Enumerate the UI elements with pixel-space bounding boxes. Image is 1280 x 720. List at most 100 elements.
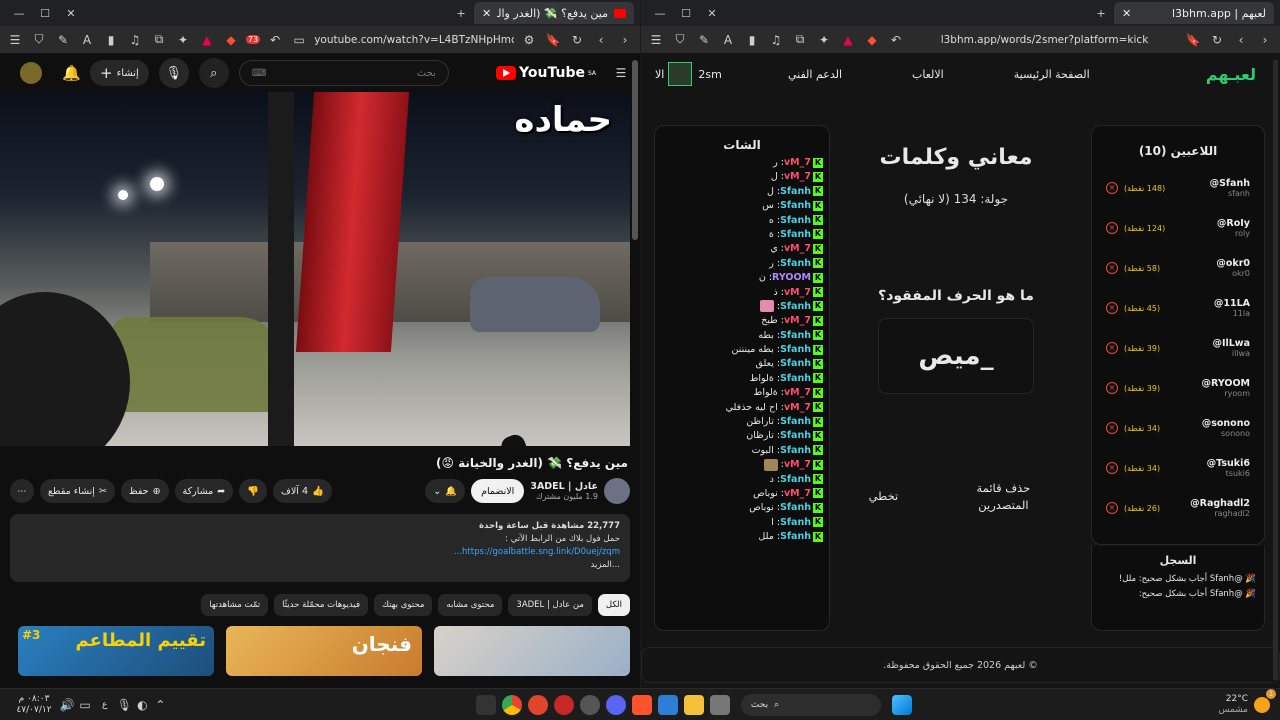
extension-icon[interactable]: ✦ — [815, 33, 833, 47]
remove-player-icon[interactable]: × — [1106, 422, 1118, 434]
task-view-icon[interactable] — [709, 694, 730, 715]
search-input[interactable]: بحث ⌨ — [238, 60, 449, 86]
remove-player-icon[interactable]: × — [1106, 182, 1118, 194]
reset-leaderboard-button[interactable]: حذف قائمة المتصدرين — [963, 480, 1043, 514]
url-bar[interactable]: youtube.com/watch?v=L4BTzNHpHmc — [314, 34, 514, 46]
scrollbar[interactable] — [632, 60, 638, 240]
app-icon[interactable] — [527, 694, 548, 715]
chip-channel[interactable]: من عادل | 3ADEL — [508, 594, 592, 616]
extension-icon[interactable]: ✦ — [174, 33, 192, 47]
shield-icon[interactable]: ⛉ — [30, 32, 48, 47]
chip-all[interactable]: الكل — [597, 594, 630, 616]
chip-content[interactable]: محتوى بهتك — [374, 594, 433, 616]
network-icon[interactable]: ▭ — [76, 698, 94, 712]
tab-l3bhm[interactable]: لعبهم | l3bhm.app ✕ — [1114, 2, 1274, 24]
hamburger-icon[interactable]: ☰ — [612, 66, 630, 80]
chip-recent[interactable]: فيديوهات محمّلة حديثًا — [274, 594, 369, 616]
chip-watched[interactable]: تمّت مشاهدتها — [201, 594, 269, 616]
taskbar-search[interactable]: ⌕ بحث — [740, 693, 881, 716]
save-button[interactable]: ⊕ حفظ — [120, 479, 169, 503]
site-logo[interactable]: لعبـهم — [1206, 65, 1266, 84]
mic-icon[interactable]: 🎙 — [115, 698, 133, 712]
create-button[interactable]: + إنشاء — [90, 60, 149, 86]
chip-similar[interactable]: محتوى مشابه — [438, 594, 503, 616]
scrollbar[interactable] — [1273, 60, 1278, 680]
back-arrow-icon[interactable]: ↶ — [266, 33, 284, 47]
search-button[interactable]: ⌕ — [198, 58, 229, 88]
screenshot-icon[interactable]: ⧉ — [791, 32, 809, 47]
menu-icon[interactable]: ☰ — [6, 33, 24, 47]
brave-icon[interactable] — [631, 694, 652, 715]
back-arrow-icon[interactable]: ↶ — [887, 33, 905, 47]
remove-player-icon[interactable]: × — [1106, 342, 1118, 354]
join-button[interactable]: الانضمام — [471, 479, 525, 503]
close-tab-icon[interactable]: ✕ — [482, 7, 491, 20]
remove-player-icon[interactable]: × — [1106, 462, 1118, 474]
translate-icon[interactable]: A — [78, 33, 96, 47]
app-icon[interactable] — [657, 694, 678, 715]
brave-shield-icon[interactable]: ◆ — [863, 33, 881, 47]
share-button[interactable]: ➦ مشاركة — [174, 479, 234, 503]
menu-icon[interactable]: ☰ — [647, 33, 665, 47]
pin-icon[interactable]: ✎ — [695, 33, 713, 47]
keyboard-icon[interactable]: ⌨ — [252, 68, 266, 79]
sidebar-icon[interactable]: ▮ — [743, 33, 761, 47]
epic-games-icon[interactable] — [475, 694, 496, 715]
brave-shield-icon[interactable]: ◆ — [222, 33, 240, 47]
music-icon[interactable]: ♫ — [126, 33, 144, 47]
remove-player-icon[interactable]: × — [1106, 302, 1118, 314]
remove-player-icon[interactable]: × — [1106, 262, 1118, 274]
music-icon[interactable]: ♫ — [767, 33, 785, 47]
like-button[interactable]: 👍 4 آلاف — [273, 479, 332, 503]
clip-button[interactable]: ✂ إنشاء مقطع — [40, 479, 115, 503]
back-icon[interactable]: ‹ — [1232, 33, 1250, 47]
channel-name[interactable]: عادل | 3ADEL — [530, 481, 598, 492]
chrome-icon[interactable] — [501, 694, 522, 715]
language-indicator[interactable]: ع — [102, 700, 107, 710]
maximize-icon[interactable]: ☐ — [673, 7, 699, 20]
settings-icon[interactable]: ⚙ — [520, 33, 538, 47]
app-icon[interactable] — [553, 694, 574, 715]
minimize-icon[interactable]: — — [647, 7, 673, 20]
app-icon[interactable] — [579, 694, 600, 715]
translate-icon[interactable]: A — [719, 33, 737, 47]
related-video-thumb[interactable] — [434, 626, 630, 676]
weather[interactable]: 22°C مشمس — [1218, 694, 1248, 716]
nav-games[interactable]: الالعاب — [912, 68, 944, 81]
account-avatar[interactable] — [20, 62, 42, 84]
tab-youtube[interactable]: مين يدفع؟ 💸 (الغدر والخيانة 😡 ✕ — [474, 2, 634, 24]
file-explorer-icon[interactable] — [683, 694, 704, 715]
reload-icon[interactable]: ↻ — [568, 33, 586, 47]
remove-player-icon[interactable]: × — [1106, 222, 1118, 234]
nav-support[interactable]: الدعم الفني — [788, 68, 842, 81]
back-icon[interactable]: ‹ — [592, 33, 610, 47]
volume-icon[interactable]: 🔊 — [58, 698, 76, 712]
vpn-icon[interactable]: ▲ — [198, 33, 216, 47]
reload-icon[interactable]: ↻ — [1208, 33, 1226, 47]
forward-icon[interactable]: › — [1256, 33, 1274, 47]
discord-icon[interactable] — [605, 694, 626, 715]
remove-player-icon[interactable]: × — [1106, 382, 1118, 394]
pin-icon[interactable]: ✎ — [54, 33, 72, 47]
bookmark-icon[interactable]: 🔖 — [1184, 33, 1202, 47]
new-tab-icon[interactable]: + — [1088, 7, 1114, 20]
subscribed-button[interactable]: 🔔 ⌄ — [425, 479, 466, 503]
related-video-thumb[interactable]: فنجان — [226, 626, 422, 676]
vpn-icon[interactable]: ▲ — [839, 33, 857, 47]
minimize-icon[interactable]: — — [6, 7, 32, 20]
remove-player-icon[interactable]: × — [1106, 502, 1118, 514]
screen-icon[interactable]: ▭ — [290, 33, 308, 47]
description-box[interactable]: 22,777 مشاهدة قبل ساعة واحدة حمل فول بلا… — [10, 514, 630, 582]
desc-link[interactable]: https://goalbattle.sng.link/D0uej/zqm... — [454, 547, 620, 557]
skip-button[interactable]: تخطي — [869, 488, 899, 514]
windows-start-icon[interactable] — [891, 694, 912, 715]
tray-app-icon[interactable]: ◐ — [133, 698, 151, 712]
youtube-logo[interactable]: YouTube SA — [496, 65, 596, 81]
url-bar[interactable]: l3bhm.app/words/2smer?platform=kick — [911, 34, 1178, 46]
sidebar-icon[interactable]: ▮ — [102, 33, 120, 47]
dislike-button[interactable]: 👎 — [239, 479, 268, 503]
close-tab-icon[interactable]: ✕ — [1122, 7, 1131, 20]
bookmark-icon[interactable]: 🔖 — [544, 33, 562, 47]
video-player[interactable]: حماده — [0, 92, 630, 446]
close-window-icon[interactable]: ✕ — [699, 7, 725, 20]
